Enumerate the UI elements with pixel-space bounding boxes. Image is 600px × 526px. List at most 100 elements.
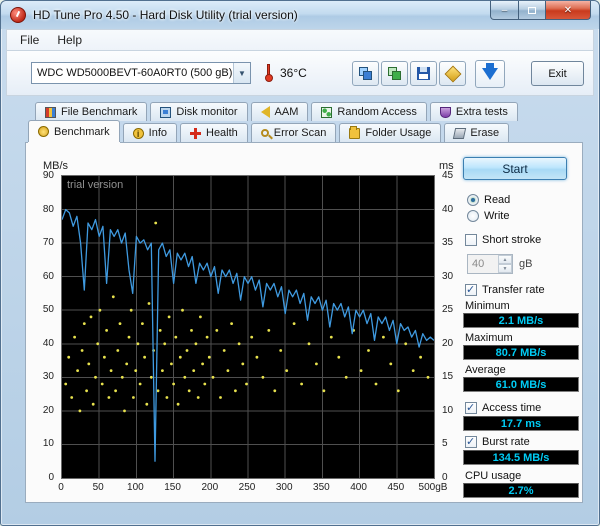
maximize-button[interactable] [519,1,546,20]
right-tick: 15 [442,371,453,382]
tab-label: Disk monitor [176,106,237,118]
tab-random-access[interactable]: Random Access [311,102,426,121]
title-bar: HD Tune Pro 4.50 - Hard Disk Utility (tr… [1,1,599,29]
left-tick: 30 [43,371,54,382]
menu-help[interactable]: Help [48,31,91,49]
left-tick: 0 [48,472,54,483]
maximum-label: Maximum [465,332,585,344]
read-radio-row[interactable]: Read [467,194,585,206]
exit-button[interactable]: Exit [531,61,584,86]
save-icon [417,67,430,80]
spinner-buttons: ▲ ▼ [498,255,512,273]
right-tick: 35 [442,237,453,248]
chevron-down-icon: ▼ [233,63,250,83]
tab-label: Error Scan [274,127,327,139]
tab-health[interactable]: Health [180,123,248,142]
tab-benchmark[interactable]: Benchmark [28,120,120,142]
x-tick: 200 [201,482,218,493]
options-icon [444,65,461,82]
tab-label: Benchmark [54,126,110,138]
burst-rate-row[interactable]: Burst rate [465,436,585,448]
x-tick: 400 [350,482,367,493]
read-radio[interactable] [467,194,479,206]
tab-folder-usage[interactable]: Folder Usage [339,123,441,142]
x-tick: 300 [276,482,293,493]
x-tick: 100 [127,482,144,493]
spin-down-icon[interactable]: ▼ [498,264,512,273]
spin-up-icon[interactable]: ▲ [498,255,512,264]
save-screenshot-button[interactable] [410,61,437,86]
tab-extra-tests[interactable]: Extra tests [430,102,518,121]
start-button[interactable]: Start [463,157,567,180]
stroke-size-value: 40 [468,255,498,273]
app-icon [10,7,26,23]
right-tick: 5 [442,438,448,449]
tab-label: Folder Usage [365,127,431,139]
trial-watermark: trial version [67,179,123,191]
tab-label: Extra tests [456,106,508,118]
copy-screenshot-button[interactable] [352,61,379,86]
stroke-size-spinner[interactable]: 40 ▲ ▼ [467,254,513,274]
maximize-icon [528,7,536,14]
tab-label: AAM [275,106,299,118]
short-stroke-label: Short stroke [482,234,541,246]
right-tick: 40 [442,204,453,215]
tab-file-benchmark[interactable]: File Benchmark [35,102,147,121]
tab-row-primary: Benchmark i Info Health Error Scan Folde… [28,121,512,142]
maximum-value: 80.7 MB/s [463,345,579,360]
left-tick: 80 [43,204,54,215]
benchmark-icon [38,126,49,137]
tab-row-secondary: File Benchmark Disk monitor AAM Random A… [35,101,521,121]
x-tick: 50 [93,482,104,493]
access-time-checkbox[interactable] [465,402,477,414]
tab-erase[interactable]: Erase [444,123,509,142]
menu-file[interactable]: File [11,31,48,49]
transfer-rate-checkbox[interactable] [465,284,477,296]
burst-rate-label: Burst rate [482,436,530,448]
app-window: HD Tune Pro 4.50 - Hard Disk Utility (tr… [0,0,600,526]
cpu-usage-label: CPU usage [465,470,585,482]
benchmark-plot: trial version [61,175,435,479]
health-cross-icon [190,128,201,139]
right-tick: 45 [442,170,453,181]
tab-aam[interactable]: AAM [251,102,309,121]
right-tick: 25 [442,304,453,315]
left-tick: 70 [43,237,54,248]
short-stroke-row[interactable]: Short stroke [465,234,585,246]
tab-label: Health [206,127,238,139]
drive-select[interactable]: WDC WD5000BEVT-60A0RT0 (500 gB) ▼ [31,62,251,84]
control-panel: Start Read Write Short stroke 40 ▲ ▼ gB [453,151,585,499]
burst-rate-checkbox[interactable] [465,436,477,448]
write-radio[interactable] [467,210,479,222]
access-time-label: Access time [482,402,541,414]
right-tick: 20 [442,338,453,349]
file-benchmark-icon [45,107,56,118]
temperature-value: 36°C [280,66,307,80]
access-time-row[interactable]: Access time [465,402,585,414]
stroke-unit-label: gB [519,258,532,270]
down-arrow-icon [482,68,498,80]
copy-text-button[interactable] [381,61,408,86]
upgrade-button[interactable] [475,60,505,88]
options-button[interactable] [439,61,466,86]
average-label: Average [465,364,585,376]
transfer-rate-label: Transfer rate [482,284,545,296]
short-stroke-checkbox[interactable] [465,234,477,246]
left-tick: 20 [43,405,54,416]
speaker-icon [261,106,270,118]
tab-info[interactable]: i Info [123,123,177,142]
tab-error-scan[interactable]: Error Scan [251,123,337,142]
cpu-usage-value: 2.7% [463,483,579,498]
access-time-value: 17.7 ms [463,416,579,431]
folder-icon [349,128,360,139]
magnifier-icon [261,129,269,137]
menu-bar: File Help [6,29,594,50]
tab-disk-monitor[interactable]: Disk monitor [150,102,247,121]
close-button[interactable]: ✕ [546,1,591,20]
minimize-button[interactable]: – [490,1,519,20]
transfer-rate-row[interactable]: Transfer rate [465,284,585,296]
write-radio-row[interactable]: Write [467,210,585,222]
x-tick: 350 [313,482,330,493]
extra-tests-icon [440,107,451,118]
info-icon: i [133,128,144,139]
